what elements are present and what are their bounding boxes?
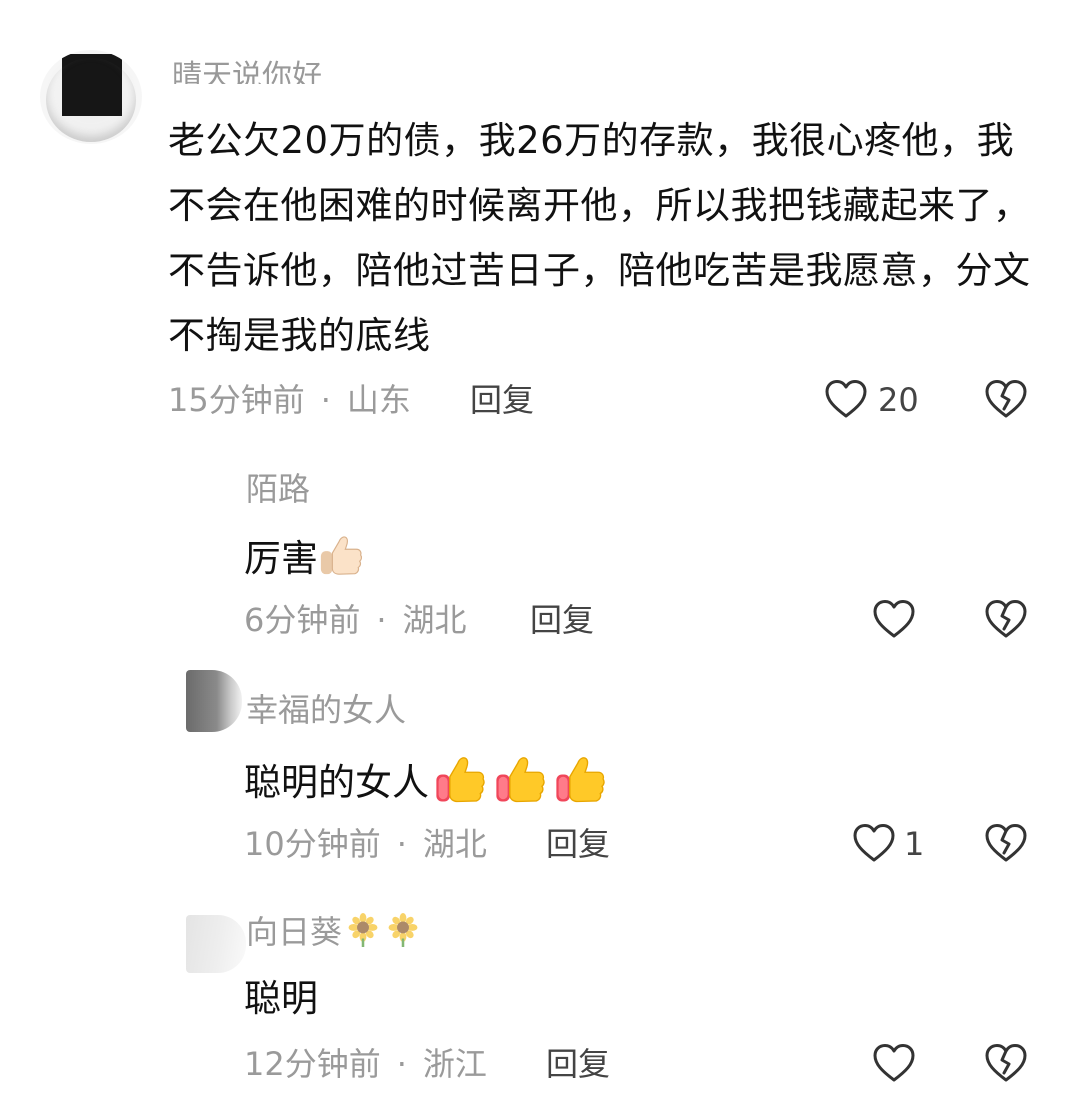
location: 山东 (346, 381, 411, 419)
reply-text: 厉害 (244, 537, 318, 580)
heart-outline-icon[interactable] (824, 379, 868, 419)
location: 湖北 (422, 825, 487, 863)
username-text: 晴天说你好 (172, 59, 322, 85)
sunflower-icon (386, 913, 420, 956)
reply-text-container: 厉害 (244, 532, 364, 589)
comment-text: 老公欠20万的债，我26万的存款，我很心疼他，我不会在他困难的时候离开他，所以我… (168, 119, 1031, 357)
timestamp: 6分钟前 (244, 601, 361, 639)
reply-meta: 12分钟前 · 浙江 (244, 1044, 487, 1084)
reply-username[interactable]: 幸福的女人 (246, 690, 406, 730)
separator-dot: · (396, 825, 407, 863)
reply-text-container: 聪明的女人 (244, 752, 607, 817)
sunflower-icon (346, 913, 380, 956)
comment-meta: 15分钟前 · 山东 (168, 380, 411, 420)
broken-heart-icon[interactable] (984, 379, 1028, 419)
reply-button[interactable]: 回复 (530, 600, 594, 640)
reply-username: 向日葵 (246, 913, 343, 951)
broken-heart-icon[interactable] (984, 823, 1028, 863)
thumbs-up-icon (493, 752, 547, 817)
avatar[interactable] (186, 670, 242, 732)
location: 湖北 (402, 601, 467, 639)
thumbs-up-icon (553, 752, 607, 817)
broken-heart-icon[interactable] (984, 1043, 1028, 1083)
avatar[interactable] (40, 50, 142, 144)
like-count: 1 (904, 825, 925, 863)
separator-dot: · (396, 1045, 407, 1083)
location: 浙江 (422, 1045, 487, 1083)
reply-text: 聪明的女人 (244, 761, 429, 804)
reply-meta: 10分钟前 · 湖北 (244, 824, 487, 864)
timestamp: 12分钟前 (244, 1045, 381, 1083)
username[interactable]: 晴天说你好 (172, 54, 347, 85)
reply-button[interactable]: 回复 (470, 380, 534, 420)
reply-button[interactable]: 回复 (546, 824, 610, 864)
reply-text: 聪明 (244, 977, 318, 1020)
thumbs-up-icon (318, 532, 364, 589)
separator-dot: · (376, 601, 387, 639)
avatar[interactable] (186, 915, 246, 973)
broken-heart-icon[interactable] (984, 599, 1028, 639)
reply-button[interactable]: 回复 (546, 1044, 610, 1084)
separator-dot: · (320, 381, 331, 419)
heart-outline-icon[interactable] (872, 1043, 916, 1083)
like-count: 20 (878, 381, 919, 419)
reply-username[interactable]: 陌路 (246, 469, 310, 509)
timestamp: 10分钟前 (244, 825, 381, 863)
reply-meta: 6分钟前 · 湖北 (244, 600, 467, 640)
heart-outline-icon[interactable] (852, 823, 896, 863)
timestamp: 15分钟前 (168, 381, 305, 419)
reply-username-container[interactable]: 向日葵 (246, 912, 420, 956)
heart-outline-icon[interactable] (872, 599, 916, 639)
thumbs-up-icon (433, 752, 487, 817)
